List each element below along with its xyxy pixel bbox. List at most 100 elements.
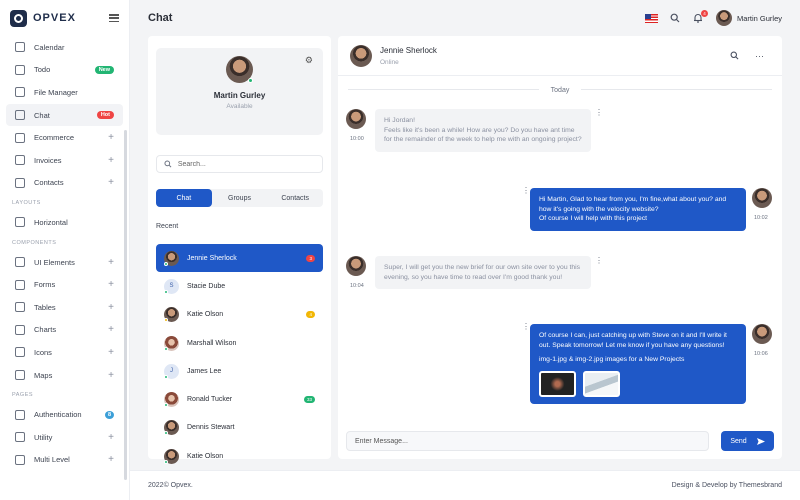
- invoice-icon: [15, 155, 25, 166]
- user-avatar: [715, 10, 732, 26]
- sidebar-item-label: Icons: [34, 347, 52, 357]
- search-icon: [164, 160, 172, 168]
- sidebar-item-authentication[interactable]: Authentication 8: [6, 403, 123, 426]
- profile-name: Martin Gurley: [213, 91, 266, 100]
- table-icon: [15, 302, 25, 313]
- sidebar-item-file-manager[interactable]: File Manager: [6, 81, 123, 104]
- copyright: 2022© Opvex.: [148, 482, 193, 489]
- sidebar-item-multi-level[interactable]: Multi Level +: [6, 449, 123, 472]
- sidebar-item-label: Chat: [34, 110, 50, 120]
- notification-count: 4: [700, 9, 708, 17]
- chat-contact-name: Jennie Sherlock: [380, 45, 437, 55]
- online-status-dot: [164, 374, 168, 379]
- user-menu[interactable]: Martin Gurley: [715, 10, 782, 26]
- gear-icon[interactable]: ⚙: [305, 55, 313, 66]
- section-pages: PAGES: [12, 392, 34, 399]
- away-status-dot: [164, 318, 168, 323]
- sidebar-item-charts[interactable]: Charts +: [6, 319, 123, 342]
- sidebar-item-invoices[interactable]: Invoices +: [6, 149, 123, 172]
- avatar-initial: S: [169, 283, 174, 290]
- date-label: Today: [538, 87, 582, 94]
- expand-icon: +: [108, 324, 114, 336]
- expand-icon: +: [108, 431, 114, 443]
- contact-item[interactable]: S Stacie Dube: [156, 272, 323, 300]
- expand-icon: +: [108, 346, 114, 358]
- brand-name: OPVEX: [33, 12, 76, 24]
- sidebar-item-horizontal[interactable]: Horizontal: [6, 211, 123, 234]
- share-icon: [15, 454, 25, 465]
- image-thumbnail[interactable]: [583, 370, 620, 397]
- sidebar-item-contacts[interactable]: Contacts +: [6, 172, 123, 195]
- sidebar-item-label: Authentication: [34, 410, 82, 420]
- contact-item[interactable]: Katie Olson 4: [156, 301, 323, 329]
- more-vertical-icon[interactable]: ⋮: [522, 186, 530, 195]
- message-incoming: [346, 109, 366, 129]
- sidebar-item-ecommerce[interactable]: Ecommerce +: [6, 126, 123, 149]
- send-icon: [756, 437, 765, 445]
- attachment-caption: img-1.jpg & img-2.jpg images for a New P…: [539, 356, 685, 364]
- contact-item[interactable]: J James Lee: [156, 357, 323, 385]
- sidebar-item-label: Todo: [34, 65, 51, 75]
- sender-avatar: [346, 109, 366, 129]
- unread-badge: 4: [306, 311, 315, 319]
- bell-icon[interactable]: 4: [693, 9, 708, 24]
- chat-icon: [15, 110, 25, 121]
- contact-search: [156, 155, 323, 173]
- contact-name: Katie Olson: [187, 452, 224, 460]
- contact-item[interactable]: Marshall Wilson: [156, 329, 323, 357]
- message-time: 10:02: [754, 215, 768, 221]
- contact-item[interactable]: Jennie Sherlock 3: [156, 244, 323, 273]
- contact-item[interactable]: Katie Olson: [156, 442, 323, 470]
- contact-avatar: [164, 250, 179, 266]
- us-flag-icon[interactable]: [644, 13, 658, 23]
- sidebar-item-tables[interactable]: Tables +: [6, 296, 123, 319]
- page-title: Chat: [148, 12, 173, 24]
- cube-icon: [15, 257, 25, 268]
- tab-groups[interactable]: Groups: [212, 189, 268, 207]
- more-horizontal-icon[interactable]: ···: [755, 51, 764, 61]
- expand-icon: +: [108, 154, 114, 166]
- more-vertical-icon[interactable]: ⋮: [595, 108, 603, 117]
- contact-name: Dennis Stewart: [187, 424, 235, 432]
- more-vertical-icon[interactable]: ⋮: [522, 322, 530, 331]
- sidebar-scrollbar[interactable]: [124, 130, 127, 480]
- chat-panel: Jennie Sherlock Online ··· Today 10:00 H…: [338, 36, 782, 459]
- expand-icon: +: [108, 132, 114, 144]
- online-status-dot: [248, 78, 253, 83]
- tab-chat[interactable]: Chat: [156, 189, 212, 207]
- contact-name: Marshall Wilson: [187, 339, 237, 347]
- search-icon[interactable]: [730, 51, 739, 60]
- sidebar-item-label: Calendar: [34, 42, 65, 52]
- search-input[interactable]: [177, 160, 315, 168]
- search-icon[interactable]: [670, 13, 681, 24]
- image-thumbnail[interactable]: [539, 370, 576, 397]
- sidebar-item-label: Horizontal: [34, 217, 68, 227]
- message-input[interactable]: [346, 431, 709, 451]
- contact-item[interactable]: Ronald Tucker 33: [156, 385, 323, 413]
- map-icon: [15, 370, 25, 381]
- online-status-dot: [164, 261, 168, 266]
- tab-contacts[interactable]: Contacts: [267, 189, 323, 207]
- unread-badge: 3: [306, 254, 315, 262]
- sidebar-item-icons[interactable]: Icons +: [6, 341, 123, 364]
- profile-status: Available: [226, 103, 253, 110]
- expand-icon: +: [108, 279, 114, 291]
- section-layouts: LAYOUTS: [12, 200, 41, 207]
- sidebar-item-ui-elements[interactable]: UI Elements +: [6, 251, 123, 274]
- contact-avatar: J: [164, 363, 179, 379]
- more-vertical-icon[interactable]: ⋮: [595, 256, 603, 265]
- message-bubble: Super, I will get you the new brief for …: [375, 256, 591, 290]
- contact-item[interactable]: Dennis Stewart: [156, 414, 323, 442]
- send-button[interactable]: Send: [721, 431, 774, 451]
- chat-avatar: [350, 44, 372, 67]
- sidebar-item-utility[interactable]: Utility +: [6, 426, 123, 449]
- sidebar-item-chat[interactable]: Chat Hot: [6, 103, 123, 127]
- hamburger-menu-icon[interactable]: [109, 14, 119, 22]
- sidebar-item-calendar[interactable]: Calendar: [6, 36, 123, 59]
- sidebar-item-todo[interactable]: Todo New: [6, 59, 123, 82]
- sidebar-item-maps[interactable]: Maps +: [6, 364, 123, 387]
- sidebar-item-label: Invoices: [34, 155, 62, 165]
- contact-avatar: [164, 307, 179, 323]
- online-status-dot: [164, 431, 168, 436]
- sidebar-item-forms[interactable]: Forms +: [6, 273, 123, 296]
